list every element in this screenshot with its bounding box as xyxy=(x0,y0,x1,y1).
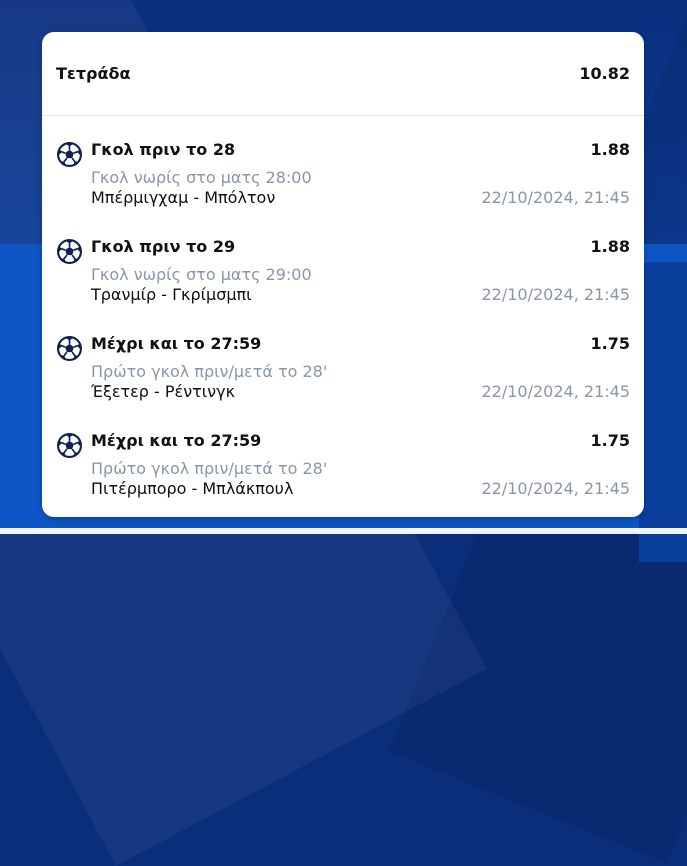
selection-market: Πρώτο γκολ πριν/μετά το 28' xyxy=(91,362,328,381)
selection-match: Έξετερ - Ρέντινγκ xyxy=(91,382,236,401)
bottom-bar xyxy=(0,528,687,534)
soccer-ball-icon xyxy=(57,239,82,264)
total-odds: 10.82 xyxy=(579,64,630,83)
soccer-ball-icon xyxy=(57,142,82,167)
bet-type-label: Τετράδα xyxy=(56,64,131,83)
bet-slip-card: Τετράδα 10.82 Γκολ πριν το 28 1.88 Γκολ … xyxy=(42,32,644,517)
selection-datetime: 22/10/2024, 21:45 xyxy=(481,479,631,498)
selection-odds: 1.88 xyxy=(590,237,630,256)
selection-item: Γκολ πριν το 28 1.88 Γκολ νωρίς στο ματς… xyxy=(42,126,644,212)
selection-datetime: 22/10/2024, 21:45 xyxy=(481,285,631,304)
bet-slip-header: Τετράδα 10.82 xyxy=(42,32,644,116)
selection-match: Τρανμίρ - Γκρίμσμπι xyxy=(91,285,252,304)
selection-odds: 1.75 xyxy=(590,334,630,353)
selection-odds: 1.88 xyxy=(590,140,630,159)
selection-item: Μέχρι και το 27:59 1.75 Πρώτο γκολ πριν/… xyxy=(42,320,644,406)
soccer-ball-icon xyxy=(57,336,82,361)
selection-market: Γκολ νωρίς στο ματς 29:00 xyxy=(91,265,312,284)
soccer-ball-icon xyxy=(57,433,82,458)
selection-item: Μέχρι και το 27:59 1.75 Πρώτο γκολ πριν/… xyxy=(42,417,644,503)
selection-name: Μέχρι και το 27:59 xyxy=(91,334,262,353)
selection-match: Μπέρμιγχαμ - Μπόλτον xyxy=(91,188,276,207)
selection-market: Γκολ νωρίς στο ματς 28:00 xyxy=(91,168,312,187)
selection-datetime: 22/10/2024, 21:45 xyxy=(481,382,631,401)
selection-item: Γκολ πριν το 29 1.88 Γκολ νωρίς στο ματς… xyxy=(42,223,644,309)
selection-datetime: 22/10/2024, 21:45 xyxy=(481,188,631,207)
selection-market: Πρώτο γκολ πριν/μετά το 28' xyxy=(91,459,328,478)
background-edge xyxy=(639,262,687,562)
selection-name: Γκολ πριν το 28 xyxy=(91,140,236,159)
selection-name: Μέχρι και το 27:59 xyxy=(91,431,262,450)
selection-odds: 1.75 xyxy=(590,431,630,450)
selection-match: Πιτέρμπορο - Μπλάκπουλ xyxy=(91,479,294,498)
selection-name: Γκολ πριν το 29 xyxy=(91,237,236,256)
